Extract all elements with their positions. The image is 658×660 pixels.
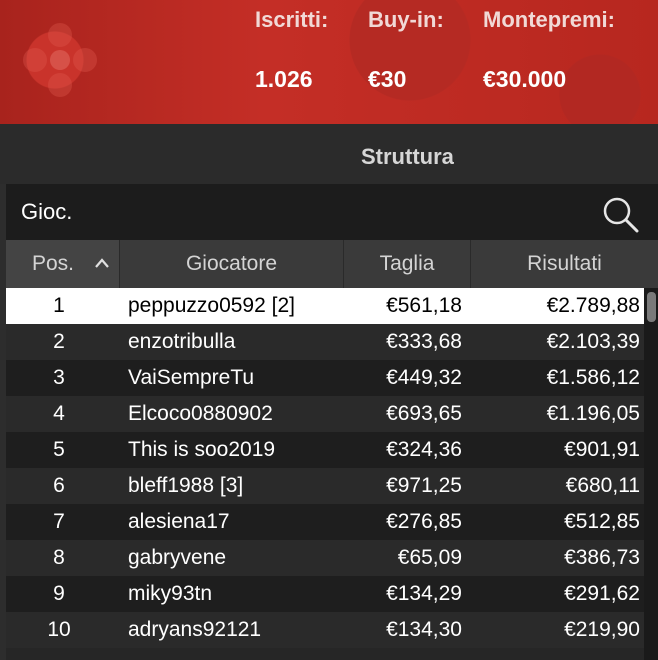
- row-result: €901,91: [564, 438, 640, 461]
- row-result: €1.586,12: [546, 366, 640, 389]
- row-player: peppuzzo0592 [2]: [128, 294, 295, 317]
- row-result: €2.103,39: [546, 330, 640, 353]
- table-row[interactable]: 4 Elcoco0880902 €693,65 €1.196,05: [6, 396, 644, 432]
- flower-decoration-icon: [23, 23, 97, 97]
- table-row[interactable]: 10 adryans92121 €134,30 €219,90: [6, 612, 644, 648]
- row-pos: 2: [53, 330, 65, 353]
- row-stack: €324,36: [386, 438, 462, 461]
- row-stack: €134,30: [386, 618, 462, 641]
- row-player: miky93tn: [128, 582, 213, 605]
- tab-bar: Struttura: [0, 124, 658, 185]
- prizepool-label: Montepremi:: [483, 7, 615, 32]
- row-stack: €449,32: [386, 366, 462, 389]
- row-stack: €276,85: [386, 510, 462, 533]
- row-stack: €134,29: [386, 582, 462, 605]
- row-pos: 9: [53, 582, 65, 605]
- table-row[interactable]: 1 peppuzzo0592 [2] €561,18 €2.789,88: [6, 288, 644, 324]
- search-icon[interactable]: [600, 194, 640, 234]
- row-pos: 10: [47, 618, 71, 641]
- table-header: Pos. Giocatore Taglia Risultati: [6, 240, 658, 288]
- scrollbar-thumb[interactable]: [647, 292, 656, 322]
- row-pos: 8: [53, 546, 65, 569]
- table-row[interactable]: 9 miky93tn €134,29 €291,62: [6, 576, 644, 612]
- players-table: Pos. Giocatore Taglia Risultati 1 peppuz…: [6, 240, 658, 660]
- row-pos: 5: [53, 438, 65, 461]
- row-player: gabryvene: [128, 546, 227, 569]
- row-player: adryans92121: [128, 618, 262, 641]
- table-row[interactable]: 3 VaiSempreTu €449,32 €1.586,12: [6, 360, 644, 396]
- row-player: bleff1988 [3]: [128, 474, 244, 497]
- row-stack: €333,68: [386, 330, 462, 353]
- column-header-pos[interactable]: Pos.: [6, 240, 120, 288]
- row-player: enzotribulla: [128, 330, 236, 353]
- row-stack: €65,09: [397, 546, 462, 569]
- row-result: €386,73: [564, 546, 640, 569]
- tournament-header: Iscritti: Buy-in: Montepremi: 1.026 €30 …: [0, 0, 658, 124]
- row-result: €1.196,05: [546, 402, 640, 425]
- table-scrollbar[interactable]: [644, 288, 658, 660]
- row-stack: €693,65: [386, 402, 462, 425]
- tab-struttura[interactable]: Struttura: [361, 144, 454, 170]
- chevron-up-icon[interactable]: [94, 257, 110, 269]
- row-result: €2.789,88: [546, 294, 640, 317]
- row-result: €291,62: [564, 582, 640, 605]
- prizepool-value: €30.000: [483, 66, 567, 92]
- column-header-player[interactable]: Giocatore: [120, 240, 344, 288]
- entrants-value: 1.026: [255, 66, 313, 92]
- column-header-stack[interactable]: Taglia: [344, 240, 471, 288]
- buyin-label: Buy-in:: [368, 7, 444, 32]
- row-stack: €971,25: [386, 474, 462, 497]
- buyin-value: €30: [368, 66, 407, 92]
- column-label-pos: Pos.: [32, 252, 75, 275]
- table-row[interactable]: 5 This is soo2019 €324,36 €901,91: [6, 432, 644, 468]
- table-row[interactable]: 6 bleff1988 [3] €971,25 €680,11: [6, 468, 644, 504]
- table-row[interactable]: 8 gabryvene €65,09 €386,73: [6, 540, 644, 576]
- row-pos: 1: [53, 294, 65, 317]
- row-player: alesiena17: [128, 510, 230, 533]
- entrants-label: Iscritti:: [255, 7, 329, 32]
- row-player: This is soo2019: [128, 438, 276, 461]
- row-result: €219,90: [564, 618, 640, 641]
- row-result: €512,85: [564, 510, 640, 533]
- row-pos: 7: [53, 510, 65, 533]
- search-bar[interactable]: Gioc.: [0, 184, 658, 240]
- row-pos: 4: [53, 402, 65, 425]
- row-player: VaiSempreTu: [128, 366, 255, 389]
- row-result: €680,11: [565, 474, 640, 497]
- table-row[interactable]: 7 alesiena17 €276,85 €512,85: [6, 504, 644, 540]
- row-stack: €561,18: [386, 294, 462, 317]
- column-header-results[interactable]: Risultati: [471, 240, 658, 288]
- row-pos: 3: [53, 366, 65, 389]
- row-pos: 6: [53, 474, 65, 497]
- row-player: Elcoco0880902: [128, 402, 273, 425]
- table-row[interactable]: 2 enzotribulla €333,68 €2.103,39: [6, 324, 644, 360]
- search-label: Gioc.: [21, 199, 73, 224]
